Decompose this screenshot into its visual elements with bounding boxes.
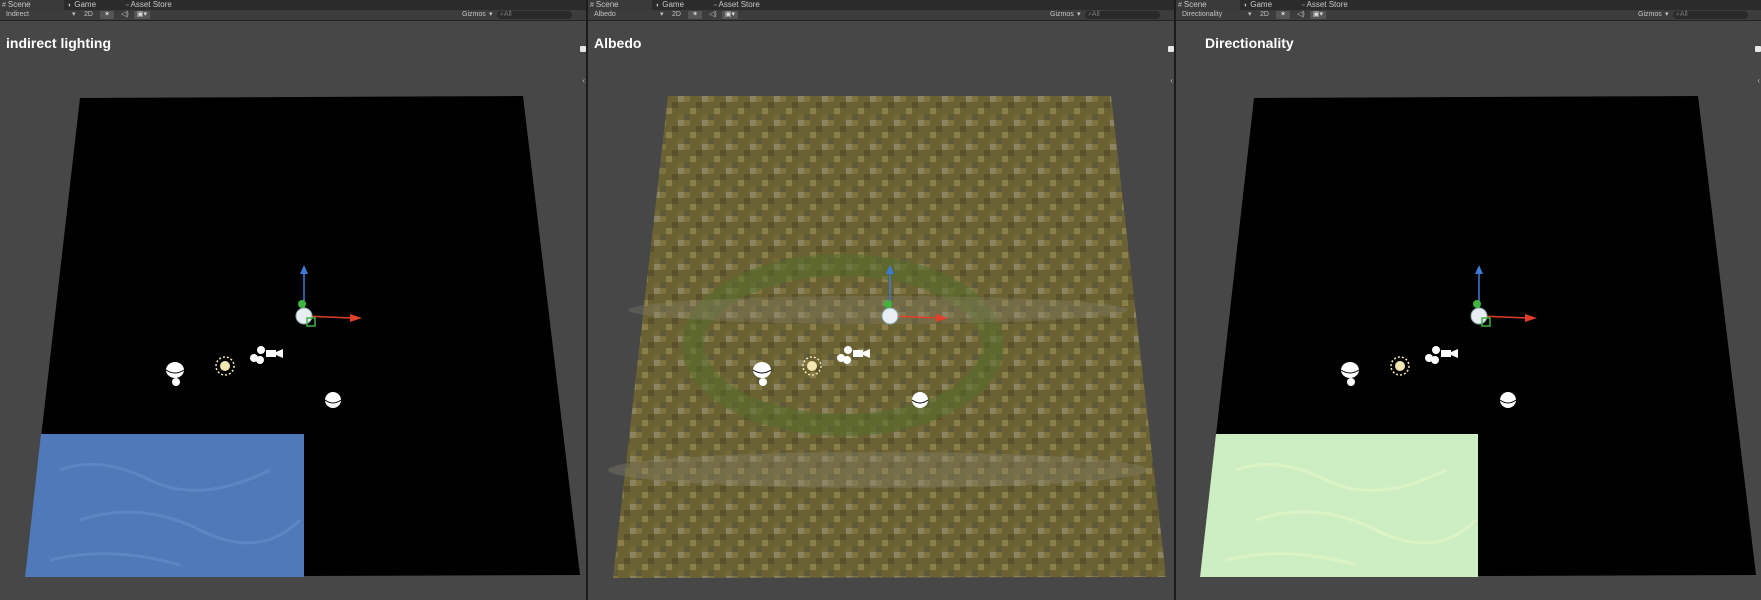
light-probe-icon[interactable] (911, 392, 929, 408)
scene-view-panel-indirect: # Scene ◐ Game ▫ Asset Store Indirect ▾ 2D … (0, 0, 586, 600)
scene-view-panel-albedo: # Scene ◐ Game ▫ Asset Store Albedo ▾ 2D ✶ … (588, 0, 1174, 600)
scene-viewport[interactable] (0, 0, 586, 600)
stone-band (608, 452, 1148, 488)
stone-band (628, 296, 1128, 324)
scene-view-panel-directionality: # Scene ◐ Game ▫ Asset Store Directionality… (1176, 0, 1761, 600)
scene-viewport[interactable] (1176, 0, 1761, 600)
light-probe-icon[interactable] (1499, 392, 1517, 408)
scene-viewport[interactable] (588, 0, 1174, 600)
light-probe-icon[interactable] (324, 392, 342, 408)
